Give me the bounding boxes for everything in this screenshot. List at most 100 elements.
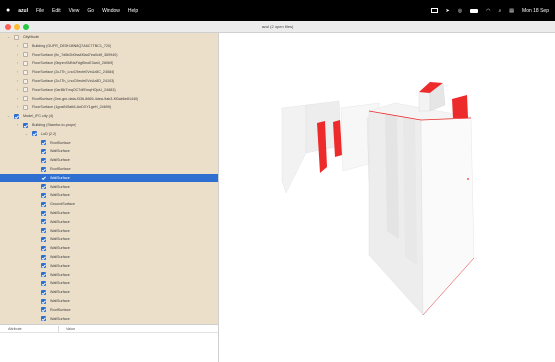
menu-edit[interactable]: Edit	[52, 8, 61, 14]
battery-icon[interactable]	[470, 8, 479, 13]
zoom-window-button[interactable]	[23, 24, 29, 30]
tree-row[interactable]: WallSurface	[0, 315, 218, 323]
column-divider[interactable]	[58, 326, 59, 332]
attribute-column-header[interactable]: Attribute	[8, 327, 22, 331]
visibility-checkbox[interactable]	[41, 148, 46, 154]
visibility-checkbox[interactable]	[23, 122, 28, 128]
tree-row[interactable]: › RoofSurface (0ne-gm-data-f336-8665-4dea…	[0, 95, 218, 103]
tree-row[interactable]: WallSurface	[0, 279, 218, 287]
tree-row[interactable]: ⌄ Model_IFC.city (4)	[0, 112, 218, 120]
visibility-checkbox[interactable]	[23, 96, 28, 102]
visibility-checkbox[interactable]	[41, 219, 46, 225]
disclosure-triangle-icon[interactable]: ›	[15, 97, 20, 101]
tree-row[interactable]: WallSurface	[0, 156, 218, 164]
tree-row[interactable]: › FloorSurface (0ari5kTmqOC7dfEmqHOjoU_24…	[0, 86, 218, 94]
menu-help[interactable]: Help	[128, 8, 138, 14]
tree-row[interactable]: › FloorSurface (0tqnmXMNsFdgf5noE3ari4_26…	[0, 59, 218, 67]
visibility-checkbox[interactable]	[41, 166, 46, 172]
tree-row[interactable]: ⌄ CityModel	[0, 33, 218, 41]
visibility-checkbox[interactable]	[41, 157, 46, 163]
disclosure-triangle-icon[interactable]: ›	[15, 123, 20, 127]
visibility-checkbox[interactable]	[41, 228, 46, 234]
visibility-checkbox[interactable]	[23, 60, 28, 66]
apple-icon[interactable]: ●	[6, 7, 10, 14]
menu-app-name[interactable]: azul	[18, 8, 28, 14]
location-icon[interactable]: ➤	[446, 8, 450, 14]
tree-row[interactable]: WallSurface	[0, 209, 218, 217]
wifi-icon[interactable]: ◠	[486, 8, 490, 14]
minimize-window-button[interactable]	[14, 24, 20, 30]
menu-window[interactable]: Window	[102, 8, 120, 14]
visibility-checkbox[interactable]	[41, 298, 46, 304]
clock[interactable]: Mon 18 Sep	[522, 8, 549, 14]
visibility-checkbox[interactable]	[41, 289, 46, 295]
disclosure-triangle-icon[interactable]: ⌄	[6, 114, 11, 118]
visibility-checkbox[interactable]	[23, 87, 28, 93]
disclosure-triangle-icon[interactable]: ⌄	[6, 35, 11, 39]
visibility-checkbox[interactable]	[32, 131, 37, 137]
tree-row[interactable]: › Building (Stamfor-to-prope)	[0, 121, 218, 129]
visibility-checkbox[interactable]	[41, 184, 46, 190]
menu-file[interactable]: File	[36, 8, 44, 14]
disclosure-triangle-icon[interactable]: ›	[15, 79, 20, 83]
menu-go[interactable]: Go	[87, 8, 94, 14]
menu-view[interactable]: View	[69, 8, 80, 14]
tree-row[interactable]: › FloorSurface (ifc_7d6b2b0ba4f0ad7ea0c6f…	[0, 51, 218, 59]
visibility-checkbox[interactable]	[41, 245, 46, 251]
visibility-checkbox[interactable]	[41, 316, 46, 322]
tree-row[interactable]: › FloorSurface (2cJTh_LnoC9ecfe0VxUz8D_24…	[0, 77, 218, 85]
tree-row[interactable]: RoofSurface	[0, 139, 218, 147]
visibility-checkbox[interactable]	[41, 201, 46, 207]
visibility-checkbox[interactable]	[41, 192, 46, 198]
visibility-checkbox[interactable]	[41, 140, 46, 146]
tree-row[interactable]: RoofSurface	[0, 165, 218, 173]
disclosure-triangle-icon[interactable]: ›	[15, 70, 20, 74]
visibility-checkbox[interactable]	[23, 52, 28, 58]
tree-row[interactable]: WallSurface	[0, 218, 218, 226]
visibility-checkbox[interactable]	[41, 236, 46, 242]
tree-row[interactable]: WallSurface	[0, 191, 218, 199]
close-window-button[interactable]	[5, 24, 11, 30]
visibility-checkbox[interactable]	[41, 272, 46, 278]
tree-row[interactable]: ⌄ LoD (2.2)	[0, 130, 218, 138]
value-column-header[interactable]: Value	[66, 327, 75, 331]
object-tree[interactable]: ⌄ CityModel › Building (GUFR_DE5HJ8N8Q7A6C7…	[0, 33, 218, 324]
tree-row[interactable]: › Building (GUFR_DE5HJ8N8Q7A6C7TBC1_720)	[0, 42, 218, 50]
tree-row[interactable]: WallSurface	[0, 297, 218, 305]
visibility-checkbox[interactable]	[41, 263, 46, 269]
tree-row[interactable]: WallSurface	[0, 271, 218, 279]
disclosure-triangle-icon[interactable]: ⌄	[24, 132, 29, 136]
visibility-checkbox[interactable]	[23, 104, 28, 110]
tree-row[interactable]: WallSurface	[0, 253, 218, 261]
visibility-checkbox[interactable]	[14, 113, 19, 119]
3d-viewport[interactable]	[219, 33, 555, 362]
visibility-checkbox[interactable]	[23, 43, 28, 49]
visibility-checkbox[interactable]	[41, 175, 46, 180]
display-icon[interactable]	[430, 8, 438, 13]
disclosure-triangle-icon[interactable]: ›	[15, 53, 20, 57]
visibility-checkbox[interactable]	[41, 280, 46, 286]
disclosure-triangle-icon[interactable]: ›	[15, 44, 20, 48]
tree-row[interactable]: WallSurface	[0, 227, 218, 235]
visibility-checkbox[interactable]	[41, 210, 46, 216]
disclosure-triangle-icon[interactable]: ›	[15, 88, 20, 92]
tree-row[interactable]: WallSurface	[0, 244, 218, 252]
visibility-checkbox[interactable]	[41, 254, 46, 260]
visibility-checkbox[interactable]	[41, 307, 46, 313]
tree-row[interactable]: WallSurface	[0, 262, 218, 270]
tree-row[interactable]: RoofSurface	[0, 306, 218, 314]
disclosure-triangle-icon[interactable]: ›	[15, 105, 20, 109]
visibility-checkbox[interactable]	[14, 34, 19, 40]
tree-row[interactable]: › FloorSurface (1gosiNSatM-AnDXY1geH_2469…	[0, 103, 218, 111]
tree-row[interactable]: WallSurface	[0, 288, 218, 296]
visibility-checkbox[interactable]	[23, 78, 28, 84]
tree-row[interactable]: WallSurface	[0, 147, 218, 155]
visibility-checkbox[interactable]	[23, 69, 28, 75]
tree-row-selected[interactable]: WallSurface	[0, 173, 218, 182]
tree-row[interactable]: › FloorSurface (2cJTh_LnoC9ecfe0VxUz8C_24…	[0, 68, 218, 76]
control-center-icon[interactable]: ▤	[509, 8, 514, 14]
control-icon[interactable]: ◎	[458, 8, 462, 14]
tree-row[interactable]: WallSurface	[0, 183, 218, 191]
disclosure-triangle-icon[interactable]: ›	[15, 61, 20, 65]
tree-row[interactable]: GroundSurface	[0, 200, 218, 208]
